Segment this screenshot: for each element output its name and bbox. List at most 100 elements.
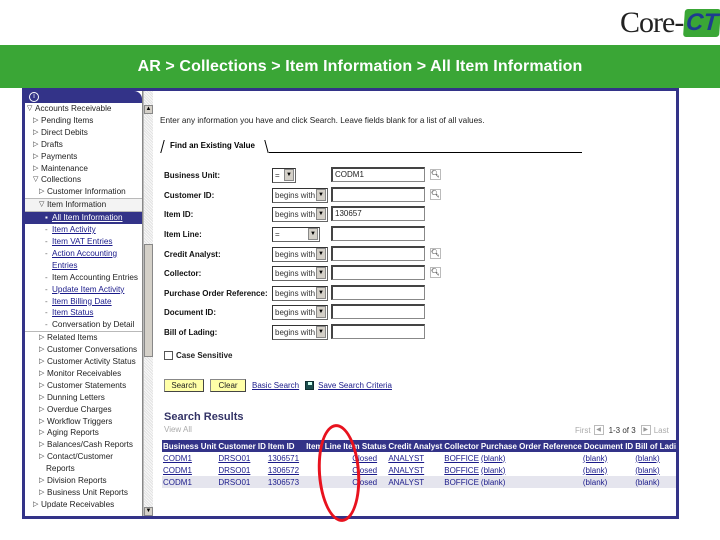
portal-menu-icon[interactable]: i [29,92,39,102]
nav-item[interactable]: ▷ Customer Activity Status [25,356,142,368]
nav-item-label[interactable]: Action Accounting [52,248,117,260]
operator-select[interactable]: begins with ▼ [272,246,328,262]
column-header[interactable]: Collector [443,440,480,452]
column-header[interactable]: Customer ID [217,440,267,452]
nav-item[interactable]: ▷ Workflow Triggers [25,416,142,428]
field-value-input[interactable] [331,226,425,241]
field-value-input[interactable]: CODM1 [331,167,425,182]
nav-item[interactable]: ▷ Customer Statements [25,380,142,392]
dropdown-arrow-icon[interactable]: ▼ [316,326,326,338]
nav-item[interactable]: - Action Accounting [25,248,142,260]
operator-select[interactable]: begins with ▼ [272,304,328,320]
dropdown-arrow-icon[interactable]: ▼ [316,306,326,318]
column-header[interactable]: Bill of Lading [634,440,676,452]
nav-item[interactable]: ▽ Item Information [25,198,142,213]
case-sensitive-row[interactable]: Case Sensitive [164,351,232,360]
operator-select[interactable]: begins with ▼ [272,187,328,203]
nav-item-label[interactable]: Item Information [47,199,106,211]
nav-item-label[interactable]: Maintenance [41,163,88,175]
nav-item-label[interactable]: Update Item Activity [52,284,124,296]
scroll-thumb[interactable] [144,244,153,357]
table-cell-link[interactable]: (blank) [481,466,505,475]
dropdown-arrow-icon[interactable]: ▼ [308,228,318,240]
scroll-down-arrow-icon[interactable]: ▼ [144,507,153,516]
nav-item[interactable]: ▪ All Item Information [25,212,142,225]
nav-item-label[interactable]: Accounts Receivable [35,103,111,115]
nav-item-label[interactable]: Conversation by Detail [52,319,134,331]
table-cell-link[interactable]: DRSO01 [218,478,250,487]
nav-item[interactable]: ▷ Payments [25,151,142,163]
nav-item-label[interactable]: Collections [41,174,81,186]
nav-item-label[interactable]: Item Status [52,307,93,319]
nav-item[interactable]: ▷ Overdue Charges [25,404,142,416]
column-header[interactable]: Purchase Order Reference [479,440,583,452]
nav-scrollbar[interactable]: ▲ ▼ [143,91,153,516]
nav-item-label[interactable]: Entries [52,260,77,272]
nav-item[interactable]: ▷ Related Items [25,332,142,344]
nav-item-label[interactable]: Payments [41,151,77,163]
table-cell-link[interactable]: BOFFICE [444,478,479,487]
table-row[interactable]: CODM1 DRSO01 1306572 Closed ANALYST BOFFICE (b… [162,464,676,476]
column-header[interactable]: Document ID [582,440,635,452]
nav-item-label[interactable]: Balances/Cash Reports [47,439,133,451]
nav-item-label[interactable]: Reports [46,463,75,475]
nav-item[interactable]: - Update Item Activity [25,284,142,296]
table-cell-link[interactable]: (blank) [583,454,607,463]
nav-item[interactable]: - Conversation by Detail [25,319,142,333]
table-cell-link[interactable]: ANALYST [388,478,424,487]
table-cell-link[interactable]: (blank) [481,454,505,463]
dropdown-arrow-icon[interactable]: ▼ [284,169,294,181]
nav-item-label[interactable]: Direct Debits [41,127,88,139]
nav-item[interactable]: ▷ Monitor Receivables [25,368,142,380]
pager-last[interactable]: Last [654,426,669,435]
nav-item[interactable]: ▷ Aging Reports [25,427,142,439]
clear-button[interactable]: Clear [210,379,246,392]
field-value-input[interactable] [331,324,425,339]
table-cell-link[interactable]: 1306573 [268,478,299,487]
table-cell-link[interactable]: CODM1 [163,478,192,487]
nav-item-label[interactable]: Contact/Customer [47,451,113,463]
table-cell-link[interactable]: CODM1 [163,466,192,475]
table-cell-link[interactable]: CODM1 [163,454,192,463]
nav-item[interactable]: ▷ Contact/Customer [25,451,142,463]
table-cell-link[interactable]: (blank) [583,466,607,475]
nav-item[interactable]: ▷ Balances/Cash Reports [25,439,142,451]
nav-item-label[interactable]: Update Receivables [41,499,114,511]
dropdown-arrow-icon[interactable]: ▼ [316,267,326,279]
nav-item[interactable]: - Item Status [25,307,142,319]
field-value-input[interactable] [331,187,425,202]
field-value-input[interactable] [331,285,425,300]
nav-item[interactable]: ▷ Direct Debits [25,127,142,139]
table-cell-link[interactable]: BOFFICE [444,466,479,475]
nav-item-label[interactable]: Item Accounting Entries [52,272,138,284]
nav-item[interactable]: ▷ Maintenance [25,163,142,175]
column-header[interactable]: Item ID [266,440,306,452]
nav-item[interactable]: Entries [25,260,142,272]
lookup-magnifier-icon[interactable]: 🔍︎ [430,267,441,278]
nav-item-label[interactable]: Dunning Letters [47,392,105,404]
nav-item-label[interactable]: Aging Reports [47,427,99,439]
find-existing-value-tab[interactable]: Find an Existing Value [160,139,582,153]
nav-item-label[interactable]: Related Items [47,332,98,344]
table-cell-link[interactable]: (blank) [583,478,607,487]
field-value-input[interactable]: 130657 [331,206,425,221]
prev-page-icon[interactable]: ◀ [593,425,604,435]
operator-select[interactable]: begins with ▼ [272,324,328,340]
nav-item-label[interactable]: All Item Information [52,212,123,224]
table-cell-link[interactable]: ANALYST [388,454,424,463]
nav-item[interactable]: - Item Accounting Entries [25,272,142,284]
table-cell-link[interactable]: 1306572 [268,466,299,475]
operator-select[interactable]: begins with ▼ [272,265,328,281]
nav-item[interactable]: ▷ Pending Items [25,115,142,127]
nav-item[interactable]: ▽ Accounts Receivable [25,103,142,115]
nav-item-label[interactable]: Item Activity [52,224,96,236]
next-page-icon[interactable]: ▶ [640,425,651,435]
dropdown-arrow-icon[interactable]: ▼ [316,208,326,220]
field-value-input[interactable] [331,304,425,319]
table-cell-link[interactable]: (blank) [635,466,659,475]
table-cell-link[interactable]: (blank) [481,478,505,487]
field-value-input[interactable] [331,246,425,261]
save-search-criteria-link[interactable]: Save Search Criteria [318,381,392,390]
operator-select[interactable]: = ▼ [272,167,296,183]
nav-item-label[interactable]: Drafts [41,139,63,151]
